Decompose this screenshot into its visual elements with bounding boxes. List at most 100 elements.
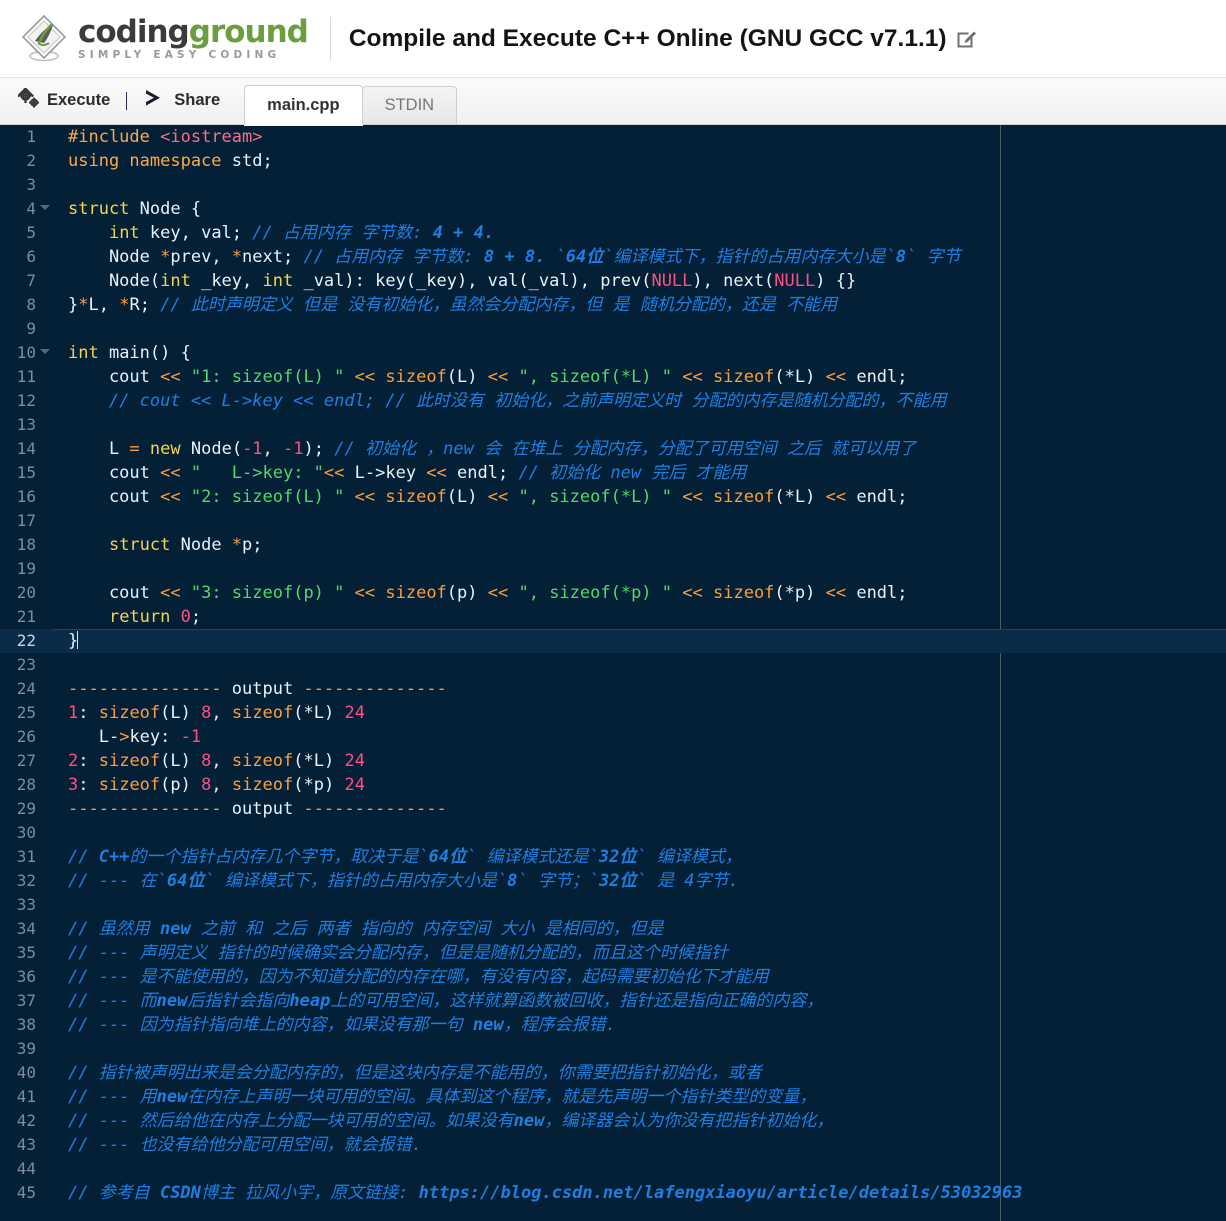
code-line[interactable]: // --- 是不能使用的，因为不知道分配的内存在哪，有没有内容，起码需要初始化… bbox=[52, 965, 1226, 989]
code-line[interactable]: 3: sizeof(p) 8, sizeof(*p) 24 bbox=[52, 773, 1226, 797]
codingground-diamond-logo bbox=[18, 13, 70, 65]
line-number: 8 bbox=[26, 295, 36, 314]
code-line[interactable]: struct Node *p; bbox=[52, 533, 1226, 557]
code-line[interactable]: struct Node { bbox=[52, 197, 1226, 221]
code-token: new bbox=[159, 919, 191, 939]
code-line[interactable]: 2: sizeof(L) 8, sizeof(*L) 24 bbox=[52, 749, 1226, 773]
code-line[interactable] bbox=[52, 173, 1226, 197]
code-line[interactable]: cout << " L->key: "<< L->key << endl; //… bbox=[52, 461, 1226, 485]
code-line[interactable]: int main() { bbox=[52, 341, 1226, 365]
code-line[interactable] bbox=[52, 893, 1226, 917]
code-token: sizeof bbox=[385, 367, 447, 387]
code-line[interactable]: // cout << L->key << endl; // 此时没有 初始化，之… bbox=[52, 389, 1226, 413]
app-header: codingground SIMPLY EASY CODING Compile … bbox=[0, 0, 1226, 78]
code-token: // --- 在` bbox=[68, 871, 167, 891]
code-token: 博主 拉风小宇，原文链接: bbox=[200, 1183, 419, 1203]
code-line[interactable]: // --- 然后给他在内存上分配一块可用的空间。如果没有new，编译器会认为你… bbox=[52, 1109, 1226, 1133]
code-token: int bbox=[262, 271, 294, 291]
code-token: L->key bbox=[344, 463, 427, 483]
code-line[interactable]: // C++的一个指针占内存几个字节，取决于是`64位` 编译模式还是`32位`… bbox=[52, 845, 1226, 869]
fold-triangle-icon[interactable] bbox=[40, 205, 50, 210]
code-token: int bbox=[68, 343, 99, 363]
code-line[interactable]: cout << "2: sizeof(L) " << sizeof(L) << … bbox=[52, 485, 1226, 509]
code-line[interactable]: L->key: -1 bbox=[52, 725, 1226, 749]
code-token: endl; bbox=[446, 463, 519, 483]
line-number: 34 bbox=[16, 919, 36, 938]
code-line[interactable]: Node *prev, *next; // 占用内存 字节数: 8 + 8. `… bbox=[52, 245, 1226, 269]
code-line[interactable]: } bbox=[52, 629, 1226, 653]
code-token: // 占用内存 字节数: bbox=[303, 247, 484, 267]
code-token: << bbox=[825, 487, 847, 507]
code-token: 8 bbox=[201, 751, 212, 771]
line-number: 24 bbox=[16, 679, 36, 698]
code-line[interactable] bbox=[52, 509, 1226, 533]
pencil-edit-icon[interactable] bbox=[956, 28, 977, 49]
code-line[interactable]: // --- 而new后指针会指向heap上的可用空间，这样就算函数被回收，指针… bbox=[52, 989, 1226, 1013]
code-token: * bbox=[231, 247, 243, 267]
code-token: "3: sizeof(p) " bbox=[190, 583, 345, 603]
code-line[interactable]: // --- 因为指针指向堆上的内容，如果没有那一句 new，程序会报错. bbox=[52, 1013, 1226, 1037]
code-token: << bbox=[487, 367, 509, 387]
code-token: << bbox=[682, 487, 703, 507]
code-token: ); bbox=[303, 439, 335, 459]
code-line[interactable]: #include <iostream> bbox=[52, 125, 1226, 149]
editor-toolbar: Execute Share main.cpp STDIN bbox=[0, 78, 1226, 125]
code-token: << bbox=[682, 583, 703, 603]
code-line[interactable]: // 参考自 CSDN博主 拉风小宇，原文链接: https://blog.cs… bbox=[52, 1181, 1226, 1205]
line-number: 38 bbox=[16, 1015, 36, 1034]
line-number: 26 bbox=[16, 727, 36, 746]
code-line[interactable] bbox=[52, 317, 1226, 341]
code-line[interactable]: }*L, *R; // 此时声明定义 但是 没有初始化，虽然会分配内存，但 是 … bbox=[52, 293, 1226, 317]
code-line[interactable]: --------------- output -------------- bbox=[52, 797, 1226, 821]
code-line[interactable]: int key, val; // 占用内存 字节数: 4 + 4. bbox=[52, 221, 1226, 245]
code-line[interactable]: cout << "1: sizeof(L) " << sizeof(L) << … bbox=[52, 365, 1226, 389]
code-line[interactable]: // --- 声明定义 指针的时候确实会分配内存，但是是随机分配的，而且这个时候… bbox=[52, 941, 1226, 965]
code-token: new bbox=[513, 1111, 545, 1131]
code-line[interactable]: return 0; bbox=[52, 605, 1226, 629]
code-line[interactable] bbox=[52, 413, 1226, 437]
code-token: (*p) bbox=[774, 583, 826, 603]
code-line[interactable] bbox=[52, 1037, 1226, 1061]
code-line[interactable]: // --- 也没有给他分配可用空间，就会报错. bbox=[52, 1133, 1226, 1157]
code-token: heap bbox=[289, 991, 331, 1011]
tab-stdin[interactable]: STDIN bbox=[361, 86, 458, 124]
code-token: endl; bbox=[846, 367, 908, 387]
code-line[interactable]: cout << "3: sizeof(p) " << sizeof(p) << … bbox=[52, 581, 1226, 605]
code-line[interactable]: // 虽然用 new 之前 和 之后 两者 指向的 内存空间 大小 是相同的，但… bbox=[52, 917, 1226, 941]
code-token: L, bbox=[88, 295, 120, 315]
code-editor[interactable]: 1 2 3 4 5 6 7 8 9 10 11 12 13 14 15 16 17 18 19 20 21 22 23 24 2… bbox=[0, 125, 1226, 1221]
page-title: Compile and Execute C++ Online (GNU GCC … bbox=[348, 24, 947, 52]
code-token: " L->key: " bbox=[190, 463, 324, 483]
execute-button[interactable]: Execute bbox=[10, 77, 118, 124]
code-line[interactable]: L = new Node(-1, -1); // 初始化 ，new 会 在堆上 … bbox=[52, 437, 1226, 461]
code-token: (*L) bbox=[293, 751, 345, 771]
code-line[interactable]: using namespace std; bbox=[52, 149, 1226, 173]
code-token: (*L) bbox=[293, 703, 345, 723]
code-content-pane[interactable]: #include <iostream> using namespace std; s… bbox=[52, 125, 1226, 1221]
code-line[interactable]: Node(int _key, int _val): key(_key), val… bbox=[52, 269, 1226, 293]
code-line[interactable]: // --- 在`64位` 编译模式下，指针的占用内存大小是`8` 字节；`32… bbox=[52, 869, 1226, 893]
code-line[interactable]: --------------- output -------------- bbox=[52, 677, 1226, 701]
brand-wordmark: codingground SIMPLY EASY CODING bbox=[78, 16, 309, 61]
code-line[interactable] bbox=[52, 821, 1226, 845]
code-line[interactable] bbox=[52, 557, 1226, 581]
brand-tagline: SIMPLY EASY CODING bbox=[78, 48, 281, 61]
code-line[interactable] bbox=[52, 653, 1226, 677]
line-number: 20 bbox=[16, 583, 36, 602]
fold-triangle-icon[interactable] bbox=[40, 349, 50, 354]
code-line[interactable] bbox=[52, 1157, 1226, 1181]
tab-main-cpp[interactable]: main.cpp bbox=[244, 85, 363, 125]
code-line[interactable]: // 指针被声明出来是会分配内存的，但是这块内存是不能用的，你需要把指针初始化，… bbox=[52, 1061, 1226, 1085]
code-token: // bbox=[68, 847, 99, 867]
share-button[interactable]: Share bbox=[135, 77, 228, 124]
code-token: "1: sizeof(L) " bbox=[190, 367, 345, 387]
brand-logo[interactable]: codingground SIMPLY EASY CODING bbox=[18, 11, 309, 67]
code-line[interactable]: // --- 用new在内存上声明一块可用的空间。具体到这个程序，就是先声明一个… bbox=[52, 1085, 1226, 1109]
code-token: ", sizeof(*L) " bbox=[518, 487, 673, 507]
code-token: , bbox=[211, 703, 232, 723]
code-token: 64位 bbox=[565, 247, 604, 267]
code-line[interactable]: 1: sizeof(L) 8, sizeof(*L) 24 bbox=[52, 701, 1226, 725]
